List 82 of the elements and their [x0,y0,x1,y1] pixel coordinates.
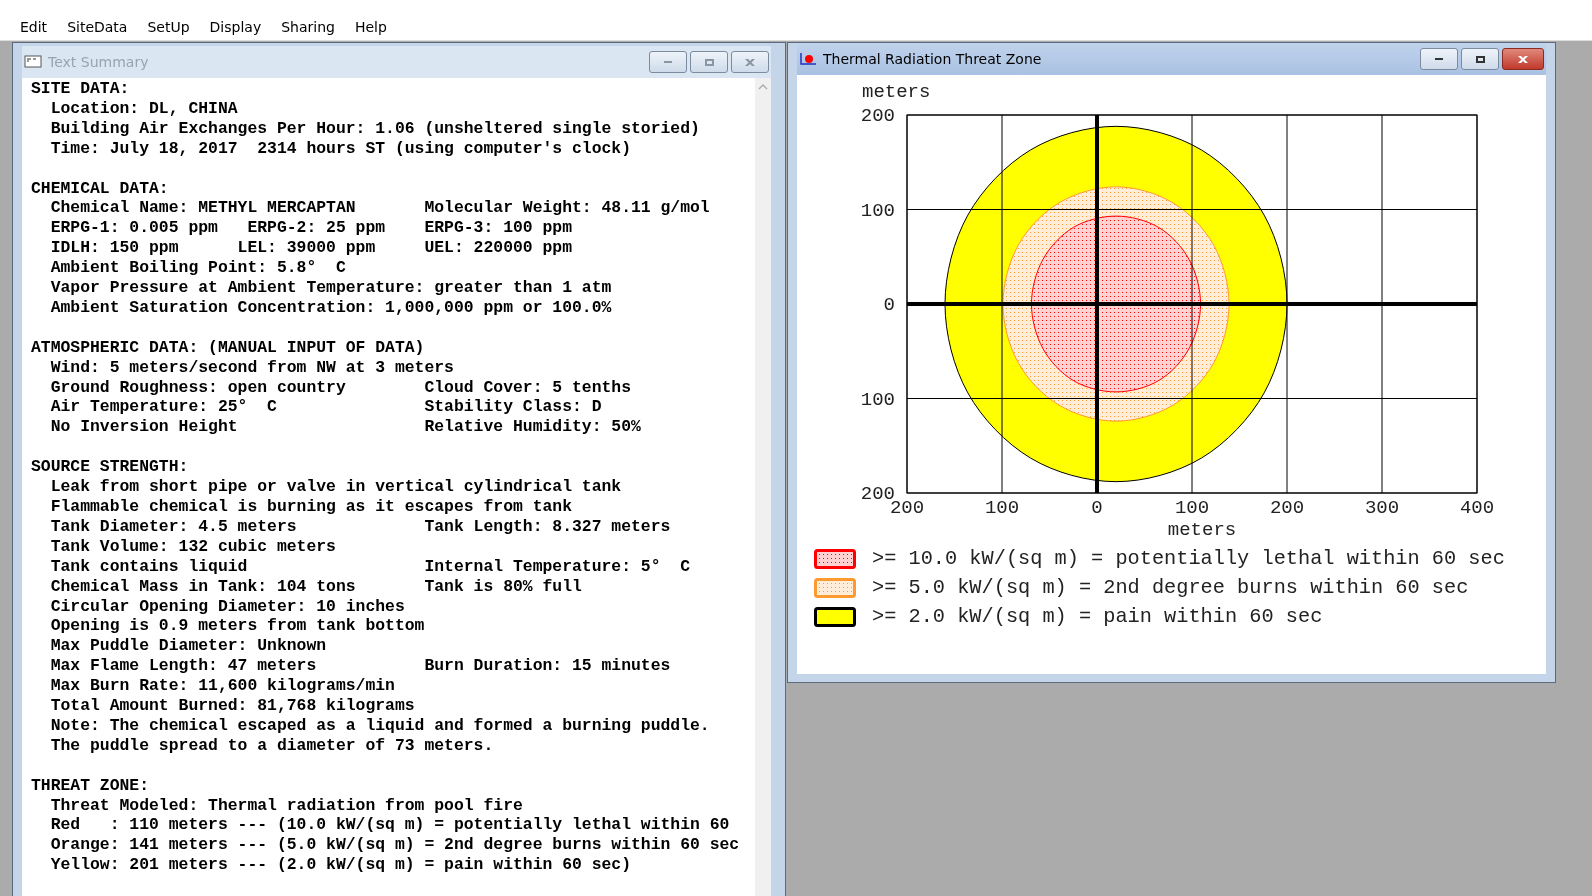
axis-tick-label: 200 [860,105,895,127]
menu-item[interactable]: Help [346,17,395,37]
summary-text: Tank contains liquid [50,556,249,577]
menu-item[interactable]: Sharing [273,17,343,37]
summary-text: Flammable chemical is burning as it escapes from tank [50,497,572,516]
restore-button[interactable] [1461,48,1499,70]
close-icon [1518,55,1528,63]
summary-text: Building Air Exchanges Per Hour: 1.06 (unsheltered single storied) [50,118,700,138]
window-title: Thermal Radiation Threat Zone [823,51,1043,67]
summary-text: Note: The chemical escaped as a liquid and formed a burning puddle. [50,715,710,735]
summary-text: Location: DL, CHINA [50,98,238,118]
summary-text: Ground Roughness: open country [50,377,347,398]
summary-text: Leak from short pipe or valve in vertical cylindrical tank [50,477,622,497]
summary-text: Max Flame Length: 47 meters [50,656,318,677]
summary-text: Wind: 5 meters/second from NW at 3 meters [50,357,454,377]
menu-item[interactable]: SiteData [59,17,136,37]
close-icon [745,58,755,66]
legend-label: >= 10.0 kW/(sq m) = potentially lethal within 60 sec [872,547,1505,570]
legend-label: >= 5.0 kW/(sq m) = 2nd degree burns within 60 sec [872,576,1469,599]
summary-text: Max Burn Rate: 11,600 kilograms/min [50,676,395,696]
summary-text: Red : 110 meters --- (10.0 kW/(sq m) = potentially lethal within 60 [50,815,730,835]
summary-text: Orange: 141 meters --- (5.0 kW/(sq m) = 2nd degree burns within 60 sec [50,835,740,855]
summary-text: Max Puddle Diameter: Unknown [50,636,327,656]
axis-tick-label: 400 [1459,497,1495,519]
summary-text: Ambient Saturation Concentration: 1,000,000 ppm or 100.0% [50,297,612,317]
section-heading: SITE DATA: [31,79,131,99]
summary-text: Tank is 80% full [424,576,583,597]
summary-text: Time: July 18, 2017 2314 hours ST (using computer's clock) [50,138,631,158]
axis-tick-label: 0 [1091,497,1103,519]
summary-text: IDLH: 150 ppm LEL: 39000 ppm [50,238,377,259]
minimize-icon [1435,58,1443,60]
summary-text: ERPG-3: 100 ppm [424,218,573,239]
summary-text: Tank Length: 8.327 meters [424,516,672,537]
chart-icon [799,52,817,66]
restore-icon [1475,55,1485,63]
summary-text: Total Amount Burned: 81,768 kilograms [50,696,415,716]
axis-title: meters [862,81,931,103]
axis-tick-label: 200 [1269,497,1305,519]
summary-text: Molecular Weight: 48.11 g/mol [424,198,711,219]
menu-item[interactable]: SetUp [139,17,198,37]
close-button[interactable] [1502,48,1544,70]
summary-text: No Inversion Height [50,417,239,438]
document-icon [24,55,42,69]
axis-tick-label: 100 [860,199,895,222]
section-heading: THREAT ZONE: [31,775,151,796]
summary-text: Threat Modeled: Thermal radiation from pool fire [50,795,523,815]
summary-text: Cloud Cover: 5 tenths [424,377,632,398]
axis-tick-label: 0 [883,294,895,316]
summary-text: Tank Diameter: 4.5 meters [50,516,298,537]
axis-title: meters [1167,519,1237,541]
axis-tick-label: 100 [860,388,895,411]
minimize-button[interactable] [649,51,687,73]
summary-text: Burn Duration: 15 minutes [424,656,672,677]
summary-text: Chemical Name: METHYL MERCAPTAN [50,198,357,219]
axis-tick-label: 300 [1364,497,1400,519]
summary-text: Chemical Mass in Tank: 104 tons [50,576,357,597]
section-heading: SOURCE STRENGTH: [31,457,190,478]
window-title: Text Summary [48,54,150,70]
summary-text: The puddle spread to a diameter of 73 meters. [50,735,494,755]
minimize-icon [664,61,672,63]
summary-text: Opening is 0.9 meters from tank bottom [50,616,425,636]
summary-text: Yellow: 201 meters --- (2.0 kW/(sq m) = pain within 60 sec) [50,855,631,875]
axis-tick-label: 100 [984,497,1020,519]
section-heading: CHEMICAL DATA: [31,178,170,199]
summary-text: UEL: 220000 ppm [424,238,573,259]
summary-text: Internal Temperature: 5° C [424,556,691,577]
summary-text: Relative Humidity: 50% [424,417,642,438]
scrollbar[interactable] [755,78,771,896]
summary-text: Tank Volume: 132 cubic meters [50,536,336,556]
restore-icon [704,58,714,66]
summary-text: Air Temperature: 25° C [50,397,278,418]
legend-label: >= 2.0 kW/(sq m) = pain within 60 sec [872,605,1323,628]
summary-text: Ambient Boiling Point: 5.8° C [50,258,346,278]
summary-text: Stability Class: D [424,397,603,418]
menu-item[interactable]: Edit [12,17,56,37]
menu-item[interactable]: Display [201,17,270,37]
summary-text: Circular Opening Diameter: 10 inches [50,596,405,616]
summary-text: Vapor Pressure at Ambient Temperature: greater than 1 atm [50,278,612,298]
scroll-up-icon[interactable] [758,84,768,90]
axis-tick-label: 100 [1174,497,1210,519]
summary-text: ERPG-1: 0.005 ppm ERPG-2: 25 ppm [50,218,387,239]
section-heading: ATMOSPHERIC DATA: (MANUAL INPUT OF DATA) [31,337,426,358]
